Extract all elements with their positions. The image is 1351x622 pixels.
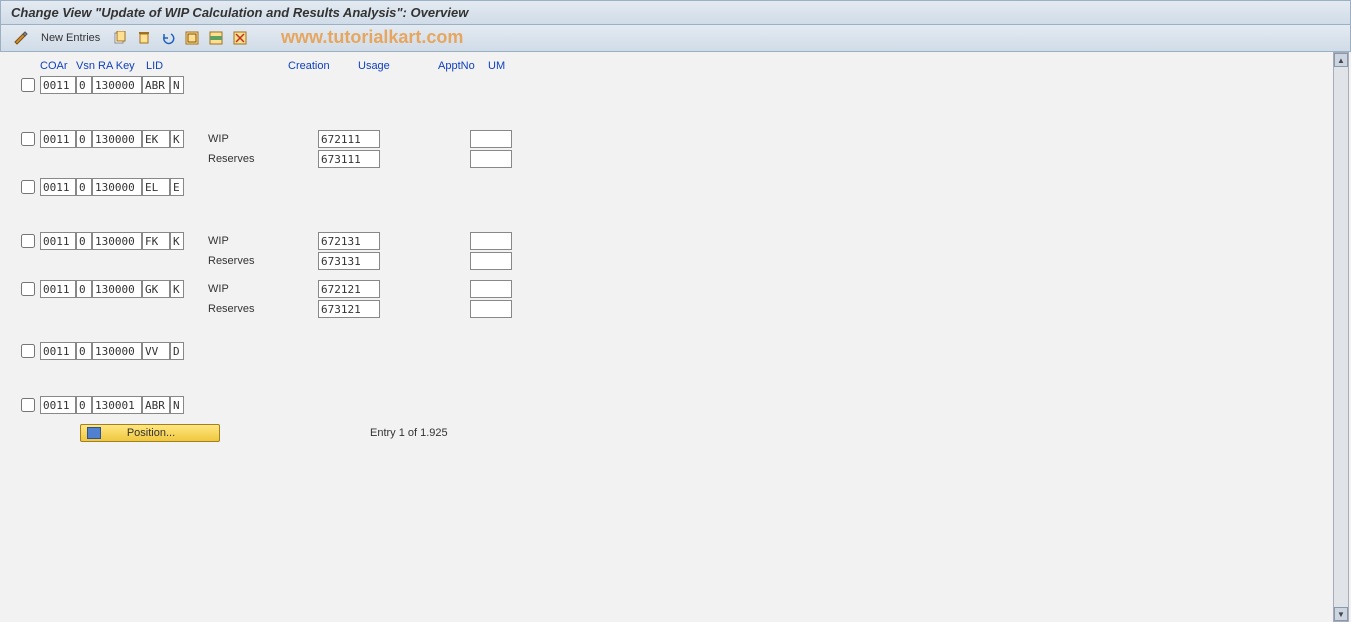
header-um[interactable]: UM [488,60,508,72]
coar-field[interactable]: 0011 [40,396,76,414]
row-select-checkbox[interactable] [20,344,36,358]
page-title: Change View "Update of WIP Calculation a… [0,0,1351,25]
footer-row: Position... Entry 1 of 1.925 [10,424,1341,442]
coar-field[interactable]: 0011 [40,178,76,196]
rakey-field[interactable]: 130000 [92,76,142,94]
wip-label: WIP [208,283,318,295]
delete-icon[interactable] [134,28,154,48]
category-field[interactable]: K [170,280,184,298]
scroll-down-icon[interactable]: ▼ [1334,607,1348,621]
vsn-field[interactable]: 0 [76,130,92,148]
creation-field[interactable]: 672121 [318,280,380,298]
rakey-field[interactable]: 130000 [92,342,142,360]
reserves-label: Reserves [208,255,318,267]
vertical-scrollbar[interactable]: ▲ ▼ [1333,52,1349,622]
select-block-icon[interactable] [206,28,226,48]
reserves-label: Reserves [208,303,318,315]
rakey-field[interactable]: 130000 [92,130,142,148]
header-vsn[interactable]: Vsn [76,60,98,72]
vsn-field[interactable]: 0 [76,178,92,196]
rakey-field[interactable]: 130000 [92,232,142,250]
table-row: 00110130001ABRN [10,396,1341,414]
table-row: 00110130000ABRN [10,76,1341,94]
undo-icon[interactable] [158,28,178,48]
lid-field[interactable]: EL [142,178,170,196]
lid-field[interactable]: GK [142,280,170,298]
column-headers: COAr Vsn RA Key LID Creation Usage ApptN… [10,60,1341,72]
header-apptno[interactable]: ApptNo [438,60,488,72]
lid-field[interactable]: VV [142,342,170,360]
creation-field[interactable]: 673121 [318,300,380,318]
select-all-icon[interactable] [182,28,202,48]
header-lid[interactable]: LID [146,60,176,72]
apptno-field[interactable] [470,130,512,148]
table-row: 00110130000ELE [10,178,1341,196]
vsn-field[interactable]: 0 [76,396,92,414]
table-row: 00110130000GKK WIP672121Reserves673121 [10,280,1341,320]
scroll-up-icon[interactable]: ▲ [1334,53,1348,67]
row-select-checkbox[interactable] [20,398,36,412]
lid-field[interactable]: EK [142,130,170,148]
row-select-checkbox[interactable] [20,78,36,92]
position-icon [87,427,101,439]
watermark-text: www.tutorialkart.com [281,27,463,48]
apptno-field[interactable] [470,232,512,250]
vsn-field[interactable]: 0 [76,280,92,298]
creation-field[interactable]: 673131 [318,252,380,270]
category-field[interactable]: E [170,178,184,196]
creation-field[interactable]: 673111 [318,150,380,168]
rakey-field[interactable]: 130000 [92,280,142,298]
header-rakey[interactable]: RA Key [98,60,146,72]
row-select-checkbox[interactable] [20,234,36,248]
category-field[interactable]: K [170,232,184,250]
apptno-field[interactable] [470,280,512,298]
row-select-checkbox[interactable] [20,282,36,296]
category-field[interactable]: N [170,396,184,414]
position-label: Position... [113,427,189,439]
deselect-all-icon[interactable] [230,28,250,48]
creation-field[interactable]: 672111 [318,130,380,148]
row-select-checkbox[interactable] [20,180,36,194]
apptno-field[interactable] [470,150,512,168]
entry-count-text: Entry 1 of 1.925 [370,427,448,439]
content-area: COAr Vsn RA Key LID Creation Usage ApptN… [0,52,1351,622]
rakey-field[interactable]: 130000 [92,178,142,196]
table-row: 00110130000FKK WIP672131Reserves673131 [10,232,1341,272]
coar-field[interactable]: 0011 [40,76,76,94]
coar-field[interactable]: 0011 [40,232,76,250]
vsn-field[interactable]: 0 [76,76,92,94]
header-coar[interactable]: COAr [40,60,76,72]
header-creation[interactable]: Creation [288,60,348,72]
apptno-field[interactable] [470,252,512,270]
lid-field[interactable]: FK [142,232,170,250]
copy-icon[interactable] [110,28,130,48]
creation-field[interactable]: 672131 [318,232,380,250]
position-button[interactable]: Position... [80,424,220,442]
reserves-label: Reserves [208,153,318,165]
coar-field[interactable]: 0011 [40,130,76,148]
table-row: 00110130000EKK WIP672111Reserves673111 [10,130,1341,170]
wip-label: WIP [208,235,318,247]
coar-field[interactable]: 0011 [40,280,76,298]
lid-field[interactable]: ABR [142,76,170,94]
lid-field[interactable]: ABR [142,396,170,414]
category-field[interactable]: N [170,76,184,94]
category-field[interactable]: K [170,130,184,148]
table-row: 00110130000VVD [10,342,1341,360]
vsn-field[interactable]: 0 [76,342,92,360]
toolbar: New Entries www.tutorialkart.com [0,25,1351,52]
header-usage[interactable]: Usage [358,60,408,72]
vsn-field[interactable]: 0 [76,232,92,250]
change-display-icon[interactable] [11,28,31,48]
new-entries-button[interactable]: New Entries [35,30,106,46]
apptno-field[interactable] [470,300,512,318]
wip-label: WIP [208,133,318,145]
rakey-field[interactable]: 130001 [92,396,142,414]
coar-field[interactable]: 0011 [40,342,76,360]
row-select-checkbox[interactable] [20,132,36,146]
category-field[interactable]: D [170,342,184,360]
